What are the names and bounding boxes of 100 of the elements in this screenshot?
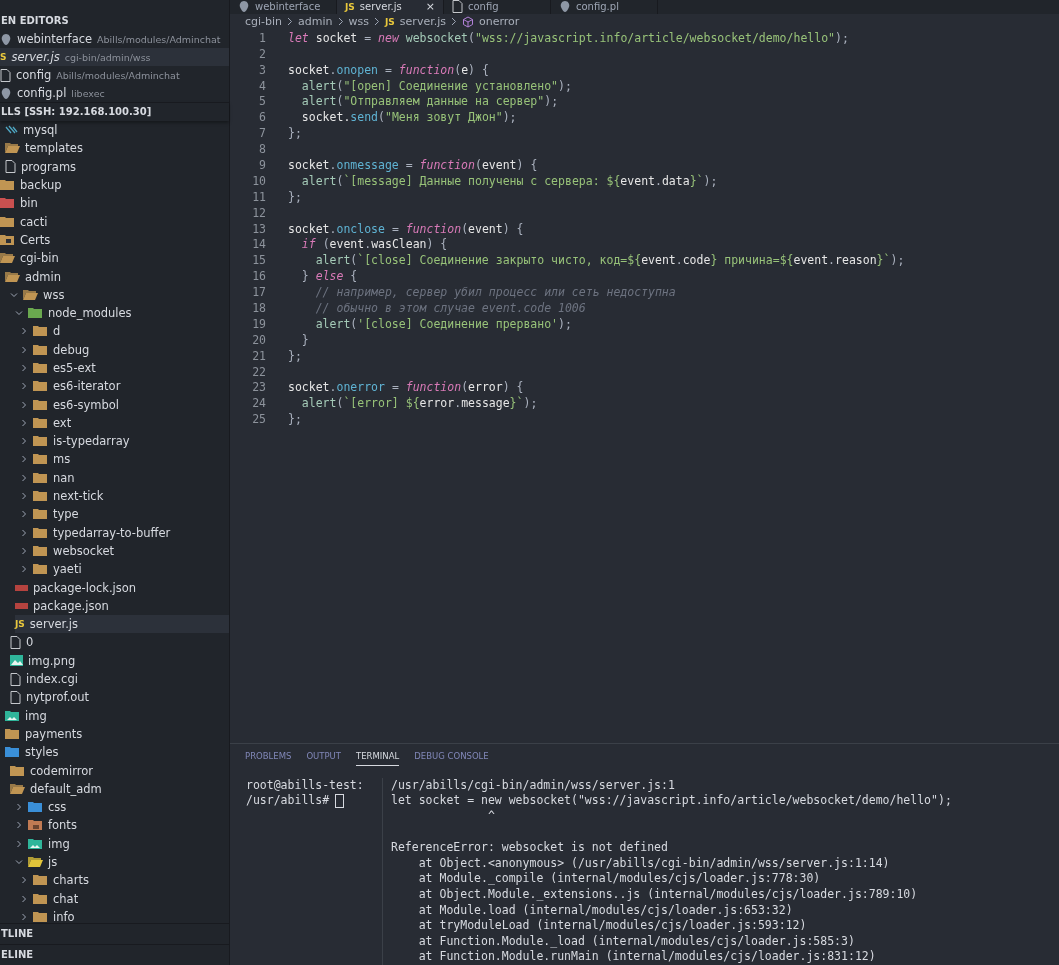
file-tree-item[interactable]: programs <box>5 157 229 176</box>
folder-icon <box>33 416 48 429</box>
folder-icon <box>33 490 48 503</box>
line-number: 6 <box>258 110 266 127</box>
terminal-cursor <box>335 794 345 809</box>
file-tree-item[interactable]: bin <box>0 194 229 213</box>
file-tree-item[interactable]: backup <box>0 175 229 195</box>
file-tree-item[interactable]: es6-symbol <box>20 395 229 414</box>
js-file-icon: JS <box>385 16 395 27</box>
close-icon[interactable]: × <box>425 0 435 14</box>
file-tree-item[interactable]: styles <box>5 743 229 762</box>
file-tree-item[interactable]: websocket <box>20 541 229 561</box>
code-line: alert(`[message] Данные получены с сервера: ${event.data}`); <box>300 173 718 190</box>
line-number: 3 <box>258 62 266 79</box>
file-tree-item[interactable]: cacti <box>0 212 229 231</box>
file-tree-item[interactable]: nytprof.out <box>10 688 229 707</box>
section-header[interactable]: LLS [SSH: 192.168.100.30] <box>0 102 229 121</box>
file-tree-item[interactable]: payments <box>5 724 229 744</box>
file-tree-item[interactable]: templates <box>5 139 229 158</box>
file-tree-item[interactable]: default_adm <box>10 779 229 798</box>
breadcrumb-item[interactable]: server.js <box>399 15 446 29</box>
json-file-icon <box>15 602 28 609</box>
file-tree-item[interactable]: typedarray-to-buffer <box>20 523 229 542</box>
terminal-prompt: /usr/abills# <box>246 793 330 810</box>
file-tree-item[interactable]: fonts <box>15 816 229 835</box>
terminal-output-line: ReferenceError: websocket is not defined <box>391 840 669 856</box>
folder-icon <box>33 508 48 521</box>
file-tree-item[interactable]: debug <box>20 340 229 359</box>
terminal-output-line: at Object.Module._extensions..js (internal/modules/cjs/loader.js:789:10) <box>417 887 919 903</box>
file-tree-item[interactable]: es5-ext <box>20 358 229 378</box>
folder-icon <box>0 215 15 228</box>
file-tree-item[interactable]: img.png <box>10 651 229 670</box>
file-tree-item[interactable]: type <box>20 505 229 524</box>
open-folder-icon <box>28 856 43 868</box>
file-tree-item[interactable]: info <box>20 907 229 923</box>
code-line: let socket = new websocket("wss://javascript.info/article/websocket/demo/hello"); <box>288 30 849 47</box>
image-folder-icon <box>28 837 43 850</box>
file-tree-item[interactable]: cgi-bin <box>0 249 229 268</box>
line-number: 10 <box>251 173 266 190</box>
terminal-output-line: at Module._compile (internal/modules/cjs/loader.js:778:30) <box>417 871 822 888</box>
file-tree-item[interactable]: is-typedarray <box>20 432 229 451</box>
section-header[interactable]: ELINE <box>0 944 229 965</box>
file-tree-item[interactable]: package.json <box>15 596 229 615</box>
code-line: alert("Отправляем данные на сервер"); <box>300 94 559 111</box>
file-tree-item[interactable]: index.cgi <box>10 669 229 689</box>
file-tree-item[interactable]: chat <box>20 889 229 908</box>
breadcrumb-item[interactable]: admin <box>298 15 333 29</box>
js-file-icon: S <box>0 52 7 62</box>
code-line: // например, сервер убил процесс или сеть недоступна <box>314 285 676 301</box>
file-tree-item[interactable]: img <box>15 834 229 853</box>
terminal-output-line: ^ <box>486 809 496 825</box>
panel-tab[interactable]: TERMINAL <box>356 750 400 766</box>
open-folder-icon <box>5 270 20 283</box>
terminal-output-line: let socket = new websocket("wss://javascript.info/article/websocket/demo/hello"); <box>391 793 952 810</box>
file-tree-item[interactable]: css <box>15 798 229 817</box>
file-tree-item[interactable]: yaeti <box>20 560 229 579</box>
line-number: 9 <box>258 157 266 174</box>
file-tree-item[interactable]: ext <box>20 413 229 433</box>
line-number: 4 <box>258 78 266 95</box>
file-tree-item[interactable]: 0 <box>10 633 229 652</box>
file-tree-item[interactable]: js <box>15 852 229 872</box>
file-tree-item[interactable]: Certs <box>0 230 229 250</box>
open-editor-item[interactable]: config.pl libexec <box>0 84 229 102</box>
folder-icon <box>5 746 20 759</box>
open-editor-item[interactable]: webinterface Abills/modules/Adminchat <box>0 30 229 48</box>
file-tree-item[interactable]: es6-iterator <box>20 377 229 396</box>
line-number: 5 <box>258 94 266 111</box>
file-tree-item[interactable]: node_modules <box>15 303 229 323</box>
section-header[interactable]: EN EDITORS <box>0 12 229 30</box>
file-tree-item[interactable]: package-lock.json <box>15 578 229 597</box>
file-tree-item[interactable]: nan <box>20 468 229 487</box>
open-editor-item[interactable]: S server.js cgi-bin/admin/wss <box>0 48 229 66</box>
file-tree-item[interactable]: codemirror <box>10 761 229 780</box>
file-tree-item[interactable]: charts <box>20 871 229 890</box>
file-tree-item[interactable]: JS server.js <box>15 615 229 634</box>
line-number: 23 <box>251 380 266 397</box>
breadcrumb-item[interactable]: wss <box>348 15 369 29</box>
file-tree-item[interactable]: d <box>20 322 229 341</box>
line-number: 1 <box>258 30 266 47</box>
panel-tab[interactable]: OUTPUT <box>306 750 342 766</box>
file-tree-item[interactable]: ms <box>20 450 229 469</box>
panel-tab[interactable]: PROBLEMS <box>245 750 292 766</box>
section-header[interactable]: TLINE <box>0 923 229 944</box>
chevron-right-icon <box>450 17 457 27</box>
panel-tab[interactable]: DEBUG CONSOLE <box>414 750 489 766</box>
folder-icon <box>33 343 48 356</box>
breadcrumb-item[interactable]: cgi-bin <box>245 15 283 29</box>
open-editor-item[interactable]: config Abills/modules/Adminchat <box>0 66 229 84</box>
file-tree-item[interactable]: img <box>5 706 229 725</box>
editor-tab[interactable]: JS server.js × <box>337 0 444 14</box>
folder-icon <box>28 307 43 320</box>
file-tree-item[interactable]: admin <box>5 267 229 286</box>
folder-icon <box>33 471 48 484</box>
file-tree-item[interactable]: next-tick <box>20 486 229 506</box>
code-line: alert('[close] Соединение прервано'); <box>314 316 572 333</box>
open-folder-icon <box>23 288 38 301</box>
file-tree-item[interactable]: wss <box>10 285 229 304</box>
file-tree-item[interactable]: mysql <box>5 121 229 140</box>
folder-icon <box>33 526 48 539</box>
breadcrumb-item[interactable]: onerror <box>478 15 520 29</box>
